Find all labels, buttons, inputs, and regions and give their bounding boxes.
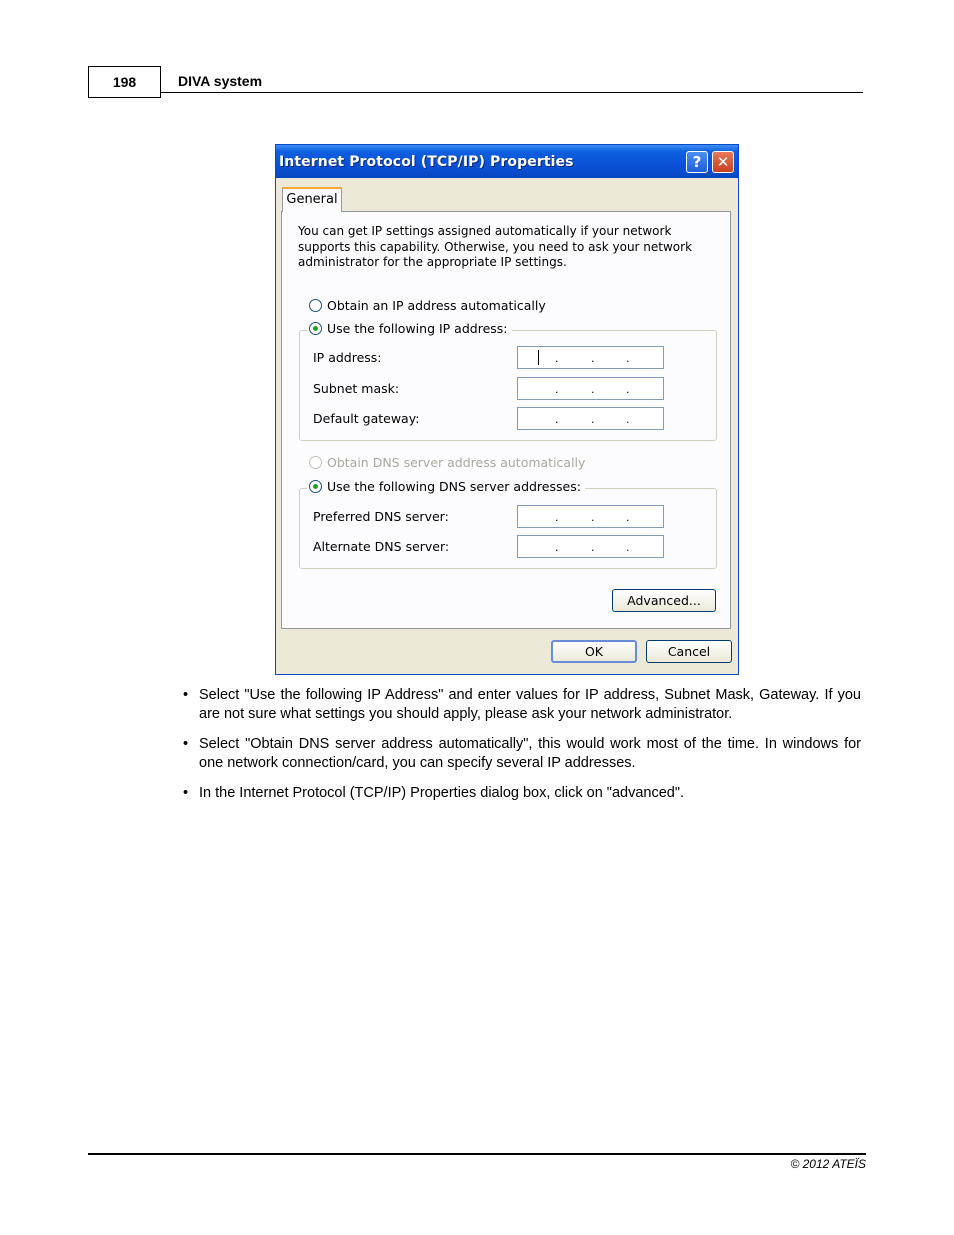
- use-dns-label: Use the following DNS server addresses:: [327, 479, 581, 494]
- default-gateway-input[interactable]: . . .: [517, 407, 664, 430]
- ip-separator: .: [555, 383, 559, 396]
- ok-button[interactable]: OK: [551, 640, 637, 663]
- obtain-ip-label: Obtain an IP address automatically: [327, 298, 546, 313]
- ip-separator: .: [591, 541, 595, 554]
- ip-separator: .: [626, 352, 630, 365]
- preferred-dns-label: Preferred DNS server:: [313, 509, 449, 524]
- intro-text: You can get IP settings assigned automat…: [298, 224, 693, 269]
- obtain-ip-radio-row[interactable]: Obtain an IP address automatically: [309, 298, 546, 313]
- use-ip-radio[interactable]: [309, 322, 322, 335]
- obtain-ip-radio[interactable]: [309, 299, 322, 312]
- alternate-dns-input[interactable]: . . .: [517, 535, 664, 558]
- ip-separator: .: [626, 541, 630, 554]
- cancel-button[interactable]: Cancel: [646, 640, 732, 663]
- tcpip-properties-dialog: Internet Protocol (TCP/IP) Properties ? …: [275, 144, 739, 675]
- page-number: 198: [88, 66, 161, 98]
- tab-general[interactable]: General: [282, 187, 342, 212]
- close-icon[interactable]: ✕: [712, 151, 734, 173]
- ip-address-input[interactable]: . . .: [517, 346, 664, 369]
- ip-separator: .: [555, 541, 559, 554]
- advanced-button[interactable]: Advanced...: [612, 589, 716, 612]
- ip-separator: .: [555, 352, 559, 365]
- preferred-dns-input[interactable]: . . .: [517, 505, 664, 528]
- help-icon[interactable]: ?: [686, 151, 708, 173]
- copyright: © 2012 ATEÏS: [790, 1157, 866, 1171]
- use-dns-radio[interactable]: [309, 480, 322, 493]
- dialog-title: Internet Protocol (TCP/IP) Properties: [279, 154, 574, 170]
- footer-rule: [88, 1153, 866, 1155]
- ip-separator: .: [591, 413, 595, 426]
- dialog-titlebar: Internet Protocol (TCP/IP) Properties ? …: [276, 145, 738, 178]
- obtain-dns-radio-row: Obtain DNS server address automatically: [309, 455, 585, 470]
- default-gateway-label: Default gateway:: [313, 411, 420, 426]
- list-item: In the Internet Protocol (TCP/IP) Proper…: [183, 784, 861, 803]
- ip-separator: .: [591, 383, 595, 396]
- obtain-dns-label: Obtain DNS server address automatically: [327, 455, 586, 470]
- use-ip-label: Use the following IP address:: [327, 321, 508, 336]
- ip-separator: .: [555, 413, 559, 426]
- list-item: Select "Obtain DNS server address automa…: [183, 735, 861, 773]
- ip-separator: .: [591, 511, 595, 524]
- instruction-list: Select "Use the following IP Address" an…: [183, 686, 861, 814]
- alternate-dns-label: Alternate DNS server:: [313, 539, 450, 554]
- subnet-mask-label: Subnet mask:: [313, 381, 400, 396]
- ip-address-label: IP address:: [313, 350, 382, 365]
- use-dns-radio-row[interactable]: Use the following DNS server addresses:: [307, 479, 585, 494]
- document-title: DIVA system: [178, 73, 263, 89]
- ip-separator: .: [626, 413, 630, 426]
- subnet-mask-input[interactable]: . . .: [517, 377, 664, 400]
- header-rule: [161, 92, 863, 93]
- ip-separator: .: [626, 383, 630, 396]
- obtain-dns-radio: [309, 456, 322, 469]
- list-item: Select "Use the following IP Address" an…: [183, 686, 861, 724]
- ip-separator: .: [591, 352, 595, 365]
- use-ip-radio-row[interactable]: Use the following IP address:: [307, 321, 512, 336]
- text-caret: [538, 350, 539, 365]
- ip-separator: .: [626, 511, 630, 524]
- ip-separator: .: [555, 511, 559, 524]
